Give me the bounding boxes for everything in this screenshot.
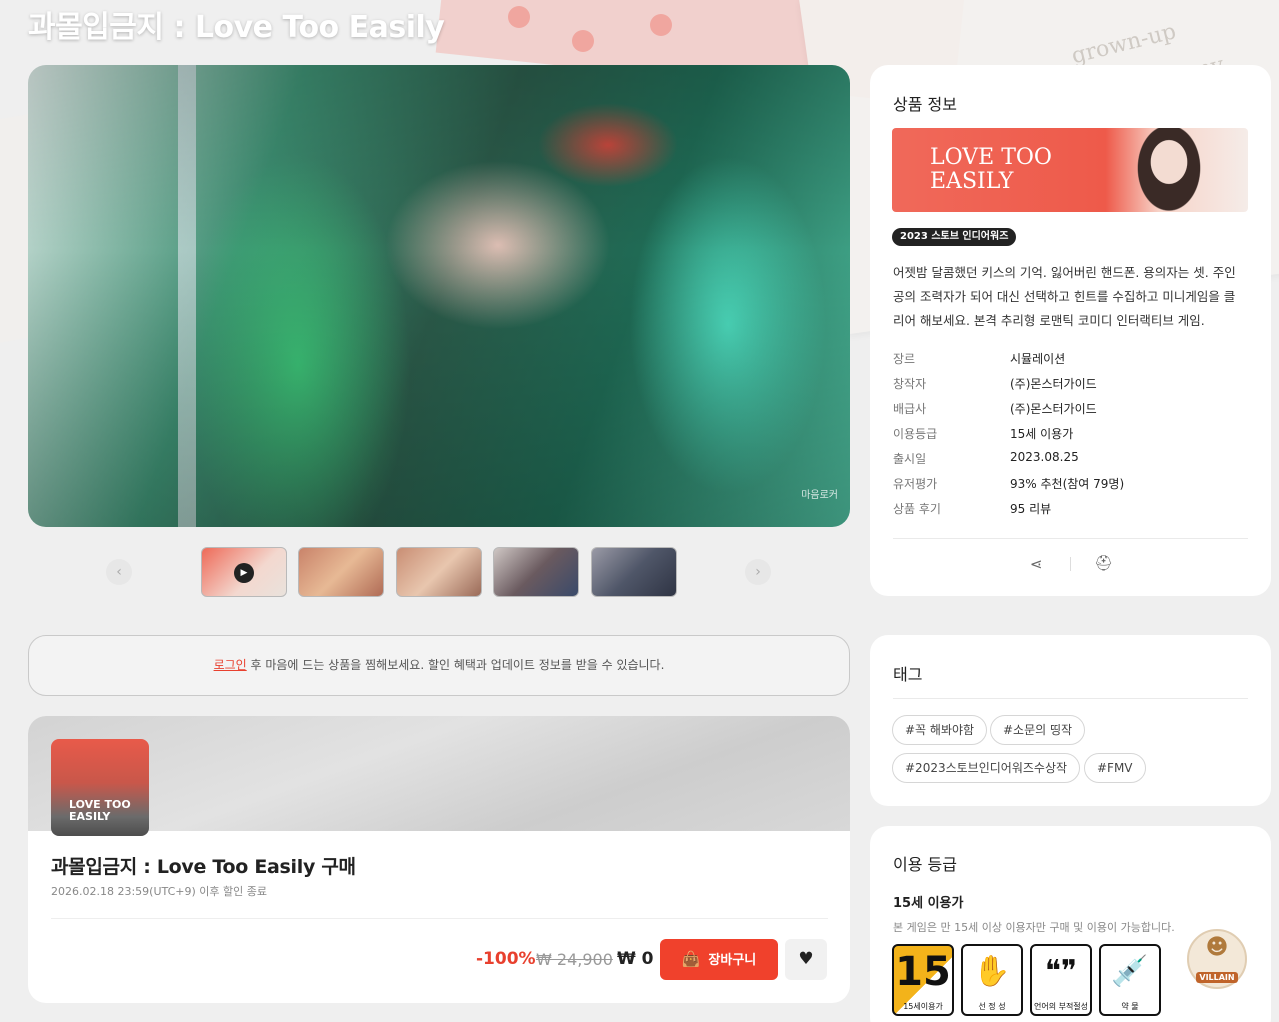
play-icon: ▶: [234, 563, 254, 583]
rating-heading: 이용 등급: [893, 855, 957, 874]
purchase-hero: [28, 716, 850, 831]
rating-badge-15: 15 15세이용가: [892, 944, 954, 1016]
rating-badge-drug: 💉 약 물: [1099, 944, 1161, 1016]
heart-icon: ♥: [798, 949, 814, 969]
next-arrow-button[interactable]: ›: [745, 559, 771, 585]
product-description: 어젯밤 달콤했던 키스의 기억. 잃어버린 핸드폰. 용의자는 셋. 주인공의 …: [893, 265, 1236, 328]
share-icon[interactable]: ⋖: [1030, 555, 1043, 573]
add-to-cart-button[interactable]: 👜 장바구니: [660, 939, 778, 980]
meta-row-creator: 창작자 (주)몬스터가이드: [893, 377, 1097, 391]
purchase-title: 과몰입금지 : Love Too Easily 구매: [51, 856, 356, 878]
login-notice: 로그인 후 마음에 드는 상품을 찜해보세요. 할인 혜택과 업데이트 정보를 …: [28, 635, 850, 696]
report-icon[interactable]: ⛑: [1094, 554, 1113, 572]
sale-end-date: 2026.02.18 23:59(UTC+9) 이후 할인 종료: [51, 885, 267, 898]
login-notice-text: 후 마음에 드는 상품을 찜해보세요. 할인 혜택과 업데이트 정보를 받을 수…: [246, 658, 665, 672]
meta-row-rating: 이용등급 15세 이용가: [893, 427, 1074, 441]
villain-mascot-button[interactable]: ☻ VILLAIN: [1187, 929, 1247, 989]
thumbnail-screenshot[interactable]: [298, 547, 384, 597]
prev-arrow-button[interactable]: ‹: [106, 559, 132, 585]
meta-row-reviews: 상품 후기 95 리뷰: [893, 502, 1052, 516]
cart-button-label: 장바구니: [708, 953, 757, 968]
syringe-icon: 💉: [1111, 954, 1149, 989]
tag-chip[interactable]: #FMV: [1084, 753, 1146, 783]
product-info-heading: 상품 정보: [893, 95, 957, 114]
thumbnail-screenshot[interactable]: [493, 547, 579, 597]
rating-badge-sexual: ✋ 선 정 성: [961, 944, 1023, 1016]
login-link[interactable]: 로그인: [214, 658, 247, 672]
wishlist-button[interactable]: ♥: [785, 939, 827, 980]
rating-badge-language: ❝❞ 언어의 부적절성: [1030, 944, 1092, 1016]
thumbnail-video[interactable]: ▶: [201, 547, 287, 597]
video-watermark: 마음로커: [801, 490, 838, 501]
product-banner: LOVE TOO EASILY: [892, 128, 1248, 212]
speech-bubble-icon: ❝❞: [1044, 954, 1078, 989]
award-badge: 2023 스토브 인디어워즈: [892, 228, 1017, 246]
banner-logo-line1: LOVE TOO: [930, 145, 1052, 170]
shopping-bag-icon: 👜: [681, 950, 701, 968]
discount-rate: -100%: [476, 949, 536, 969]
thumbnail-screenshot[interactable]: [396, 547, 482, 597]
age-rating-note: 본 게임은 만 15세 이상 이용자만 구매 및 이용이 가능합니다.: [893, 921, 1175, 934]
tag-chip[interactable]: #소문의 띵작: [990, 715, 1086, 745]
banner-logo-line2: EASILY: [930, 169, 1014, 194]
meta-row-release-date: 출시일 2023.08.25: [893, 450, 1079, 466]
final-price: ₩ 0: [617, 949, 654, 969]
capsule-logo-line2: EASILY: [69, 810, 111, 823]
gingerbread-icon: ☻: [1205, 935, 1229, 960]
age-15-icon: 15: [895, 949, 951, 995]
product-info-panel: 상품 정보 LOVE TOO EASILY 2023 스토브 인디어워즈 어젯밤…: [870, 65, 1271, 596]
tags-panel: 태그 #꼭 해봐야함 #소문의 띵작 #2023스토브인디어워즈수상작 #FMV: [870, 635, 1271, 806]
villain-label: VILLAIN: [1196, 972, 1238, 983]
page-title: 과몰입금지 : Love Too Easily: [28, 10, 445, 45]
main-video-player[interactable]: 마음로커: [28, 65, 850, 527]
hand-icon: ✋: [973, 954, 1011, 989]
tag-chip[interactable]: #꼭 해봐야함: [892, 715, 988, 745]
game-capsule-image: LOVE TOO EASILY: [51, 739, 149, 836]
age-rating-panel: 이용 등급 15세 이용가 본 게임은 만 15세 이상 이용자만 구매 및 이…: [870, 826, 1271, 1022]
age-rating-label: 15세 이용가: [893, 896, 964, 911]
tag-chip[interactable]: #2023스토브인디어워즈수상작: [892, 753, 1081, 783]
purchase-card: LOVE TOO EASILY 과몰입금지 : Love Too Easily …: [28, 716, 850, 1003]
original-price: ₩ 24,900: [536, 950, 613, 969]
meta-row-publisher: 배급사 (주)몬스터가이드: [893, 402, 1097, 416]
tags-heading: 태그: [893, 665, 923, 684]
thumbnail-screenshot[interactable]: [591, 547, 677, 597]
product-meta-list: 장르 시뮬레이션 창작자 (주)몬스터가이드 배급사 (주)몬스터가이드 이용등급 15…: [893, 350, 1248, 525]
meta-row-user-score: 유저평가 93% 추천(참여 79명): [893, 477, 1125, 491]
meta-row-genre: 장르 시뮬레이션: [893, 352, 1066, 366]
